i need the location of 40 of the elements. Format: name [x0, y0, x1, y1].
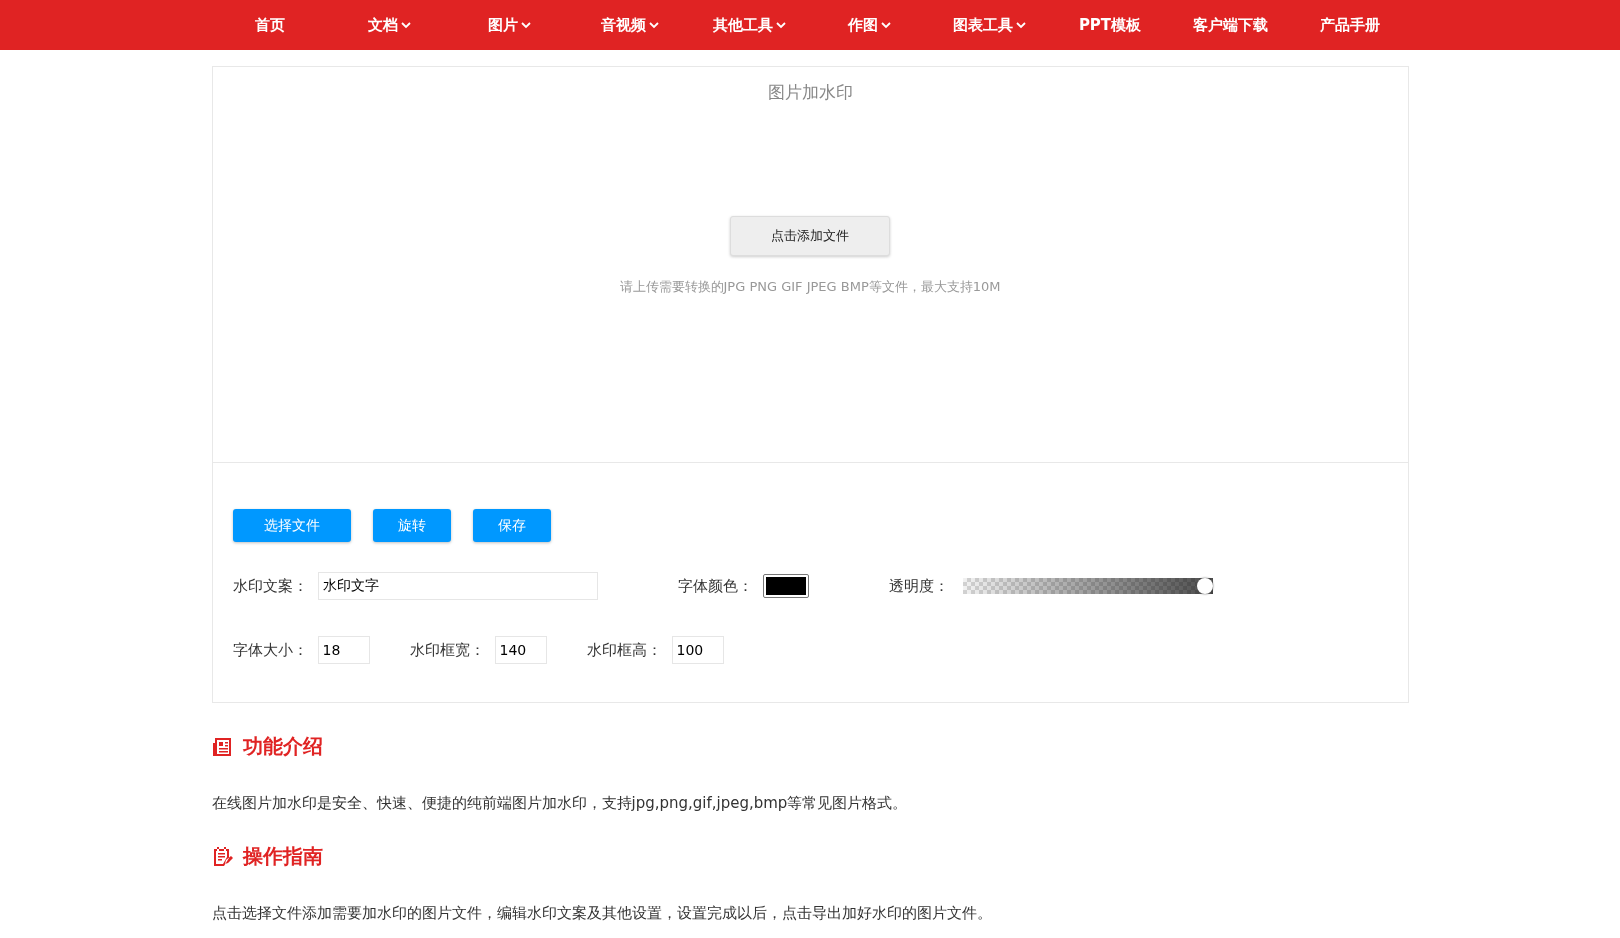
nav-link[interactable]: 图表工具 — [930, 15, 1050, 35]
upload-hint: 请上传需要转换的JPG PNG GIF JPEG BMP等文件，最大支持10M — [619, 278, 1001, 296]
chevron-down-icon — [1015, 19, 1027, 31]
section-heading: 操作指南 — [242, 843, 323, 870]
action-button[interactable]: 旋转 — [372, 509, 451, 542]
newspaper-icon — [211, 736, 234, 757]
chevron-down-icon — [520, 19, 532, 31]
nav-link[interactable]: 作图 — [810, 15, 930, 35]
field-label: 水印文案： — [232, 576, 308, 596]
field-label: 字体颜色： — [677, 576, 753, 596]
field-label: 字体大小： — [232, 640, 308, 660]
nav-link[interactable]: 产品手册 — [1290, 15, 1410, 35]
field-label: 水印框宽： — [409, 640, 485, 660]
chevron-down-icon — [880, 19, 892, 31]
tool-title: 图片加水印 — [767, 81, 853, 104]
input-field[interactable]: 水印文字 — [317, 572, 598, 600]
nav-link[interactable]: 首页 — [210, 15, 330, 35]
section-text: 点击选择文件添加需要加水印的图片文件，编辑水印文案及其他设置，设置完成以后，点击导出加好水印的图片文件。 — [211, 904, 993, 923]
action-button[interactable]: 选择文件 — [232, 509, 351, 542]
nav-link[interactable]: 文档 — [330, 15, 450, 35]
slider-thumb[interactable] — [1196, 578, 1213, 594]
section-heading: 功能介绍 — [242, 733, 323, 760]
opacity-slider[interactable] — [962, 578, 1213, 594]
chevron-down-icon — [400, 19, 412, 31]
input-field[interactable]: 18 — [317, 636, 370, 664]
input-field[interactable]: 100 — [671, 636, 724, 664]
action-button[interactable]: 保存 — [472, 509, 551, 542]
nav-link[interactable]: 图片 — [450, 15, 570, 35]
chevron-down-icon — [647, 19, 660, 31]
nav-link[interactable]: 其他工具 — [690, 15, 810, 35]
nav-link[interactable]: 音视频 — [570, 15, 690, 35]
chevron-down-icon — [775, 19, 787, 31]
field-label: 透明度： — [888, 576, 949, 596]
add-file-button[interactable]: 点击添加文件 — [730, 216, 890, 256]
field-label: 水印框高： — [586, 640, 662, 660]
notepad-pen-icon — [211, 845, 234, 868]
input-field[interactable]: 140 — [494, 636, 547, 664]
section-text: 在线图片加水印是安全、快速、便捷的纯前端图片加水印，支持jpg,png,gif,jpeg,bmp等常见图片格式。 — [211, 794, 909, 813]
nav-link[interactable]: PPT模板 — [1050, 15, 1170, 35]
nav-link[interactable]: 客户端下载 — [1170, 15, 1290, 35]
